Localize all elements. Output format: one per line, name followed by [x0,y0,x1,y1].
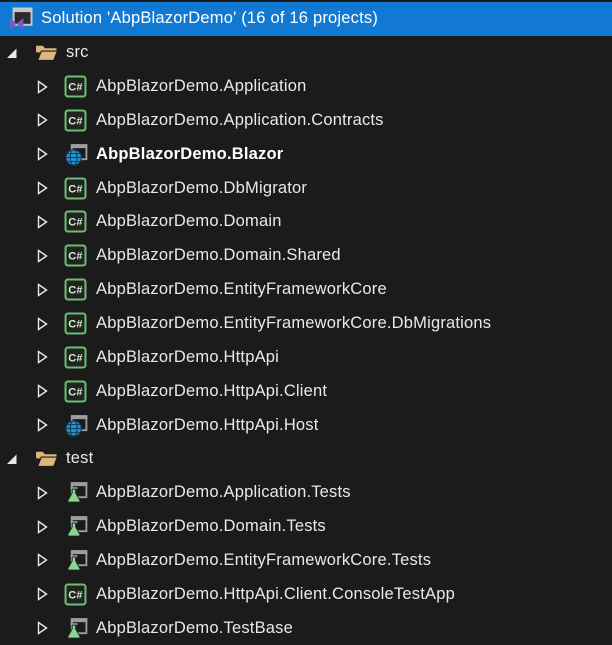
tree-item-label: AbpBlazorDemo.Domain.Tests [94,517,326,536]
expander-collapsed-icon[interactable] [32,112,64,128]
open-folder-icon [34,446,64,471]
expander-collapsed-icon[interactable] [32,620,64,636]
csharp-project-icon: C# [64,210,94,233]
tree-item-label: AbpBlazorDemo.HttpApi.Host [94,416,319,435]
svg-text:C#: C# [68,82,82,94]
svg-text:C#: C# [68,116,82,128]
tree-item-abpblazordemo-domain[interactable]: C# AbpBlazorDemo.Domain [0,205,612,239]
tree-item-abpblazordemo-application-contracts[interactable]: C# AbpBlazorDemo.Application.Contracts [0,104,612,138]
csharp-project-icon: C# [64,109,94,132]
solution-root-label: Solution 'AbpBlazorDemo' (16 of 16 proje… [34,9,378,28]
tree-item-label: AbpBlazorDemo.Domain.Shared [94,246,341,265]
web-project-icon [64,413,94,438]
csharp-project-icon: C# [64,312,94,335]
tree-item-abpblazordemo-domain-shared[interactable]: C# AbpBlazorDemo.Domain.Shared [0,239,612,273]
solution-root-row[interactable]: Solution 'AbpBlazorDemo' (16 of 16 proje… [0,2,612,36]
tree-item-abpblazordemo-dbmigrator[interactable]: C# AbpBlazorDemo.DbMigrator [0,171,612,205]
tree-item-label: src [64,43,89,62]
tree-item-src[interactable]: src [0,36,612,70]
tree-item-label: AbpBlazorDemo.HttpApi.Client [94,382,327,401]
tree-item-abpblazordemo-entityframeworkcore-dbmigrations[interactable]: C# AbpBlazorDemo.EntityFrameworkCore.DbM… [0,307,612,341]
tree-item-label: AbpBlazorDemo.DbMigrator [94,179,307,198]
tree-item-label: AbpBlazorDemo.EntityFrameworkCore.Tests [94,551,431,570]
tree-item-test[interactable]: test [0,442,612,476]
test-project-icon [64,480,94,505]
tree-item-abpblazordemo-entityframeworkcore-tests[interactable]: AbpBlazorDemo.EntityFrameworkCore.Tests [0,544,612,578]
tree-item-abpblazordemo-entityframeworkcore[interactable]: C# AbpBlazorDemo.EntityFrameworkCore [0,273,612,307]
tree-item-label: AbpBlazorDemo.HttpApi [94,348,279,367]
svg-text:C#: C# [68,183,82,195]
csharp-project-icon: C# [64,346,94,369]
tree-item-label: AbpBlazorDemo.Blazor [94,145,283,164]
expander-collapsed-icon[interactable] [32,383,64,399]
tree-item-label: AbpBlazorDemo.Application [94,77,306,96]
svg-text:C#: C# [68,319,82,331]
open-folder-icon [34,40,64,65]
expander-collapsed-icon[interactable] [32,282,64,298]
svg-text:C#: C# [68,217,82,229]
expander-collapsed-icon[interactable] [32,519,64,535]
expander-expanded-icon[interactable] [2,45,34,61]
expander-collapsed-icon[interactable] [32,586,64,602]
csharp-project-icon: C# [64,380,94,403]
expander-collapsed-icon[interactable] [32,349,64,365]
tree-item-abpblazordemo-httpapi[interactable]: C# AbpBlazorDemo.HttpApi [0,340,612,374]
tree-item-label: AbpBlazorDemo.Domain [94,212,282,231]
test-project-icon [64,616,94,641]
csharp-project-icon: C# [64,244,94,267]
web-project-icon [64,142,94,167]
svg-text:C#: C# [68,386,82,398]
csharp-project-icon: C# [64,177,94,200]
tree-item-label: test [64,449,93,468]
tree-item-abpblazordemo-httpapi-client-consoletestapp[interactable]: C# AbpBlazorDemo.HttpApi.Client.ConsoleT… [0,577,612,611]
tree-item-abpblazordemo-httpapi-host[interactable]: AbpBlazorDemo.HttpApi.Host [0,408,612,442]
csharp-project-icon: C# [64,278,94,301]
tree-item-label: AbpBlazorDemo.EntityFrameworkCore.DbMigr… [94,314,491,333]
test-project-icon [64,548,94,573]
tree-item-label: AbpBlazorDemo.EntityFrameworkCore [94,280,387,299]
svg-text:C#: C# [68,251,82,263]
tree-item-label: AbpBlazorDemo.Application.Contracts [94,111,384,130]
expander-expanded-icon[interactable] [2,451,34,467]
tree-item-label: AbpBlazorDemo.Application.Tests [94,483,351,502]
expander-collapsed-icon[interactable] [32,417,64,433]
expander-collapsed-icon[interactable] [32,146,64,162]
tree-item-label: AbpBlazorDemo.HttpApi.Client.ConsoleTest… [94,585,455,604]
csharp-project-icon: C# [64,75,94,98]
solution-explorer-panel: Solution 'AbpBlazorDemo' (16 of 16 proje… [0,0,612,645]
tree-item-label: AbpBlazorDemo.TestBase [94,619,293,638]
expander-collapsed-icon[interactable] [32,552,64,568]
test-project-icon [64,514,94,539]
svg-text:C#: C# [68,285,82,297]
tree-item-abpblazordemo-domain-tests[interactable]: AbpBlazorDemo.Domain.Tests [0,510,612,544]
expander-collapsed-icon[interactable] [32,79,64,95]
expander-collapsed-icon[interactable] [32,316,64,332]
expander-collapsed-icon[interactable] [32,485,64,501]
tree-item-abpblazordemo-testbase[interactable]: AbpBlazorDemo.TestBase [0,611,612,645]
csharp-project-icon: C# [64,583,94,606]
tree-item-abpblazordemo-application[interactable]: C# AbpBlazorDemo.Application [0,70,612,104]
svg-text:C#: C# [68,589,82,601]
expander-collapsed-icon[interactable] [32,180,64,196]
expander-collapsed-icon[interactable] [32,248,64,264]
expander-collapsed-icon[interactable] [32,214,64,230]
solution-icon [0,5,34,32]
svg-text:C#: C# [68,352,82,364]
tree-item-abpblazordemo-application-tests[interactable]: AbpBlazorDemo.Application.Tests [0,476,612,510]
tree-item-abpblazordemo-blazor[interactable]: AbpBlazorDemo.Blazor [0,137,612,171]
tree-item-abpblazordemo-httpapi-client[interactable]: C# AbpBlazorDemo.HttpApi.Client [0,374,612,408]
